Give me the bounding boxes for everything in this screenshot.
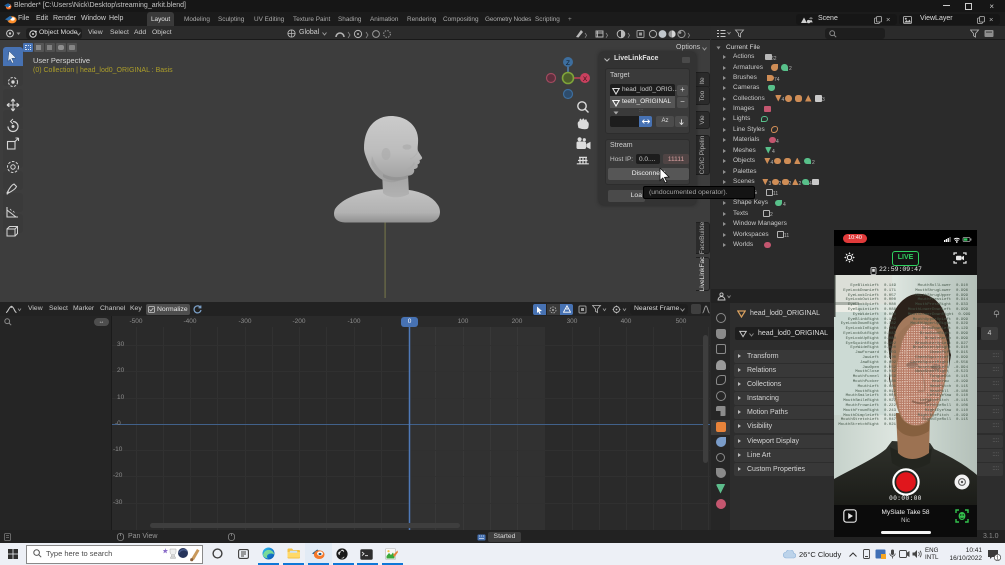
svg-text:Z: Z [566, 60, 570, 67]
svg-text:X: X [583, 76, 588, 83]
svg-text:1: 1 [996, 556, 999, 561]
